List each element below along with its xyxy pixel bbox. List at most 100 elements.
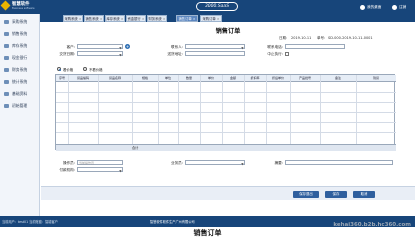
close-icon: × xyxy=(120,17,124,21)
settings-icon xyxy=(4,104,9,108)
operator-label: 操作员: xyxy=(63,161,75,165)
my-desktop-button[interactable]: 我的桌面 xyxy=(360,3,381,11)
action-bar: 保存退出 保存 取消 xyxy=(41,186,415,200)
contact-select[interactable]: ▼ xyxy=(185,44,245,50)
logo-mark-icon xyxy=(0,0,11,11)
table-header: 序号 货品编码 货品名称 规格 单位 数量 单价 金额 折扣率 折后单价 产品批… xyxy=(56,75,396,82)
tab-finance[interactable]: 财务系统× xyxy=(147,15,167,22)
payment-org-select[interactable]: ▼ xyxy=(77,167,123,173)
phone-field[interactable] xyxy=(285,44,345,49)
tab-bank[interactable]: 资金银行× xyxy=(126,15,146,22)
col-divider xyxy=(98,75,99,144)
page-title: 销售订单 xyxy=(215,28,241,35)
chevron-down-icon: ▼ xyxy=(119,45,122,50)
logout-button[interactable]: 注销 xyxy=(392,3,406,11)
chart-icon xyxy=(4,80,9,84)
col-header: 数量 xyxy=(185,76,192,80)
summary-field[interactable] xyxy=(285,160,393,165)
sidebar-item-basic-data[interactable]: 基础资料 xyxy=(0,88,40,100)
tab-sales-order[interactable]: 销售订单× xyxy=(176,15,198,22)
hide-price-radio[interactable] xyxy=(83,67,87,71)
col-header: 备注 xyxy=(334,76,341,80)
col-divider xyxy=(158,75,159,144)
top-header: 智慧软件 Business software 3000.SaaS 我的桌面 注销 xyxy=(0,0,415,14)
delivery-date-field[interactable]: ▼ xyxy=(77,51,123,57)
col-header: 序号 xyxy=(58,76,65,80)
sidebar-item-statistics[interactable]: 统计系统 xyxy=(0,76,40,88)
row-divider xyxy=(56,102,396,103)
operator-field[interactable]: 当前操作员 xyxy=(77,160,123,165)
status-company: 智慧软件软件生产广州有限公司 xyxy=(150,220,195,224)
contact-label: 联系人: xyxy=(171,45,183,49)
close-icon: × xyxy=(141,17,145,21)
sales-order-form: 销售订单 日期: 2019-10-11 单号: SD-000-2019-10-1… xyxy=(41,22,415,216)
col-divider xyxy=(132,75,133,144)
row-divider xyxy=(56,112,396,113)
save-button[interactable]: 保存 xyxy=(325,191,347,198)
close-icon: × xyxy=(78,17,82,21)
tab-purchase-order[interactable]: 采购订单× xyxy=(200,15,222,22)
sidebar-item-init-admin[interactable]: 初始管理 xyxy=(0,100,40,112)
close-icon: × xyxy=(216,17,220,21)
number-label: 单号: xyxy=(317,36,326,40)
sidebar-item-purchase[interactable]: 采购系统 xyxy=(0,16,40,28)
tab-purchase[interactable]: 采购系统× xyxy=(63,15,83,22)
chevron-down-icon: ▼ xyxy=(241,45,244,50)
sidebar-item-sales[interactable]: 销售系统 xyxy=(0,28,40,40)
sidebar-item-cash-bank[interactable]: 现金银行 xyxy=(0,52,40,64)
bank-icon xyxy=(4,56,9,60)
table-total-row: 合计 xyxy=(56,144,396,151)
database-icon xyxy=(4,92,9,96)
date-label: 日期: xyxy=(279,36,288,40)
status-user: 当前用户：test01 当前账套：智能客户 xyxy=(2,220,58,224)
cart-icon xyxy=(4,20,9,24)
address-field[interactable] xyxy=(185,51,245,56)
salesman-label: 业务员: xyxy=(171,161,183,165)
add-customer-button[interactable]: + xyxy=(125,44,130,49)
order-items-table: 序号 货品编码 货品名称 规格 单位 数量 单价 金额 折扣率 折后单价 产品批… xyxy=(55,74,396,151)
sidebar-item-inventory[interactable]: 库存系统 xyxy=(0,40,40,52)
app-logo: 智慧软件 Business software xyxy=(0,0,36,13)
cancel-button[interactable]: 取消 xyxy=(353,191,375,198)
col-divider xyxy=(178,75,179,144)
col-divider xyxy=(68,75,69,144)
col-divider xyxy=(320,75,321,144)
col-header: 单位 xyxy=(164,76,171,80)
row-divider xyxy=(56,132,396,133)
address-label: 送货地址: xyxy=(167,52,183,56)
payment-org-label: 付款机构: xyxy=(59,168,75,172)
salesman-select[interactable]: ▼ xyxy=(185,160,245,166)
col-divider xyxy=(356,75,357,144)
hide-price-label: 不看价格 xyxy=(89,68,103,72)
col-header: 产品批号 xyxy=(298,76,311,80)
tab-inventory[interactable]: 库存系统× xyxy=(105,15,125,22)
order-number: SD-000-2019-10-11-0001 xyxy=(328,36,373,40)
close-icon: × xyxy=(99,17,103,21)
tab-bar: 采购系统× 销售系统× 库存系统× 资金银行× 财务系统× 销售订单× 采购订单… xyxy=(40,14,415,22)
customer-select[interactable]: ▼ xyxy=(77,44,123,50)
col-divider xyxy=(200,75,201,144)
show-price-radio[interactable] xyxy=(57,67,61,71)
col-header: 货品编码 xyxy=(76,76,89,80)
col-header: 到货 xyxy=(372,76,379,80)
col-header: 单价 xyxy=(207,76,214,80)
col-divider xyxy=(244,75,245,144)
sidebar-item-finance[interactable]: 财务系统 xyxy=(0,64,40,76)
date-value: 2019-10-11 xyxy=(291,36,312,40)
total-label: 合计 xyxy=(132,146,139,150)
chevron-down-icon: ▼ xyxy=(241,161,244,166)
tab-sales[interactable]: 销售系统× xyxy=(84,15,104,22)
stop-checkbox[interactable] xyxy=(285,51,289,56)
col-divider xyxy=(290,75,291,144)
col-header: 折后单价 xyxy=(271,76,284,80)
close-icon: × xyxy=(162,17,166,21)
summary-label: 摘要: xyxy=(274,161,283,165)
col-divider xyxy=(266,75,267,144)
logout-icon xyxy=(392,4,397,10)
save-and-exit-button[interactable]: 保存退出 xyxy=(293,191,319,198)
sales-icon xyxy=(4,32,9,36)
row-divider xyxy=(56,122,396,123)
chevron-down-icon: ▼ xyxy=(119,168,122,173)
logo-subtitle: Business software xyxy=(12,7,35,10)
desktop-icon xyxy=(360,4,365,10)
